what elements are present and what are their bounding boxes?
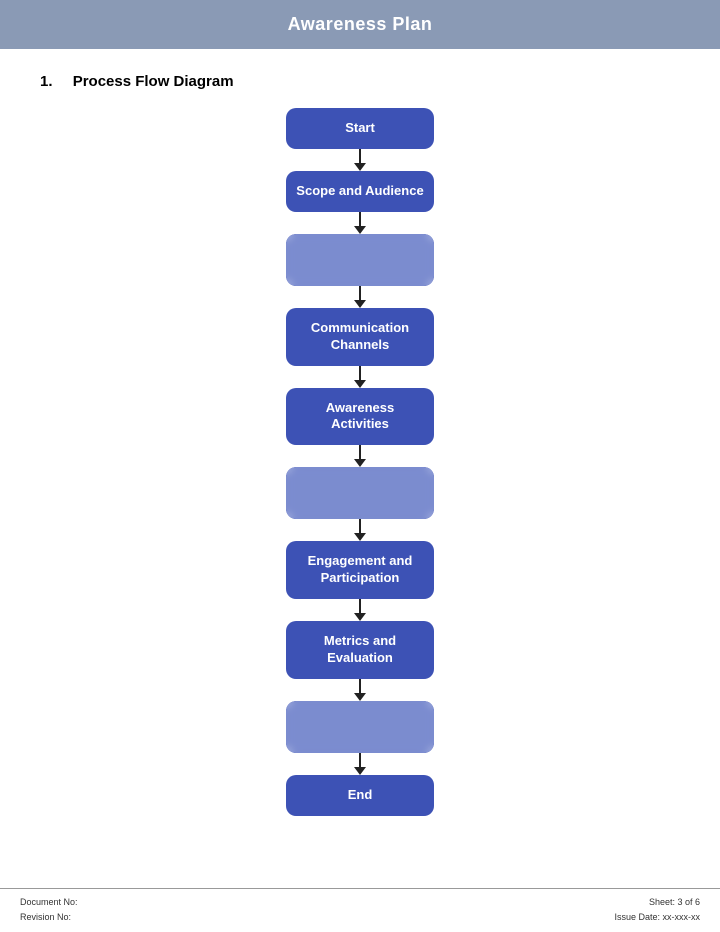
- page-header: Awareness Plan: [0, 0, 720, 49]
- flow-node-metrics: Metrics and Evaluation: [286, 621, 434, 679]
- revision-no-label: Revision No:: [20, 910, 78, 924]
- arrow-2: [354, 212, 366, 234]
- flow-node-blur-1: [286, 234, 434, 286]
- arrow-6: [354, 519, 366, 541]
- page-title: Awareness Plan: [20, 14, 700, 35]
- flow-node-scope: Scope and Audience: [286, 171, 434, 212]
- flow-node-blur-3: [286, 701, 434, 753]
- section-title: 1. Process Flow Diagram: [40, 73, 680, 90]
- flow-node-end: End: [286, 775, 434, 816]
- document-no-label: Document No:: [20, 895, 78, 909]
- flow-node-channels: Communication Channels: [286, 308, 434, 366]
- flow-node-engagement: Engagement and Participation: [286, 541, 434, 599]
- section-number: 1.: [40, 73, 53, 90]
- arrow-9: [354, 753, 366, 775]
- page-footer: Document No: Revision No: Sheet: 3 of 6 …: [0, 888, 720, 932]
- footer-left: Document No: Revision No:: [20, 895, 78, 924]
- arrow-3: [354, 286, 366, 308]
- footer-right: Sheet: 3 of 6 Issue Date: xx-xxx-xx: [614, 895, 700, 924]
- issue-date-label: Issue Date: xx-xxx-xx: [614, 910, 700, 924]
- main-content: 1. Process Flow Diagram Start Scope and …: [0, 49, 720, 836]
- arrow-4: [354, 366, 366, 388]
- flow-diagram: Start Scope and Audience Communication C…: [40, 108, 680, 816]
- flow-node-start: Start: [286, 108, 434, 149]
- flow-node-activities: Awareness Activities: [286, 388, 434, 446]
- arrow-1: [354, 149, 366, 171]
- flow-node-blur-2: [286, 467, 434, 519]
- arrow-8: [354, 679, 366, 701]
- sheet-label: Sheet: 3 of 6: [614, 895, 700, 909]
- arrow-5: [354, 445, 366, 467]
- arrow-7: [354, 599, 366, 621]
- section-label: Process Flow Diagram: [73, 73, 234, 90]
